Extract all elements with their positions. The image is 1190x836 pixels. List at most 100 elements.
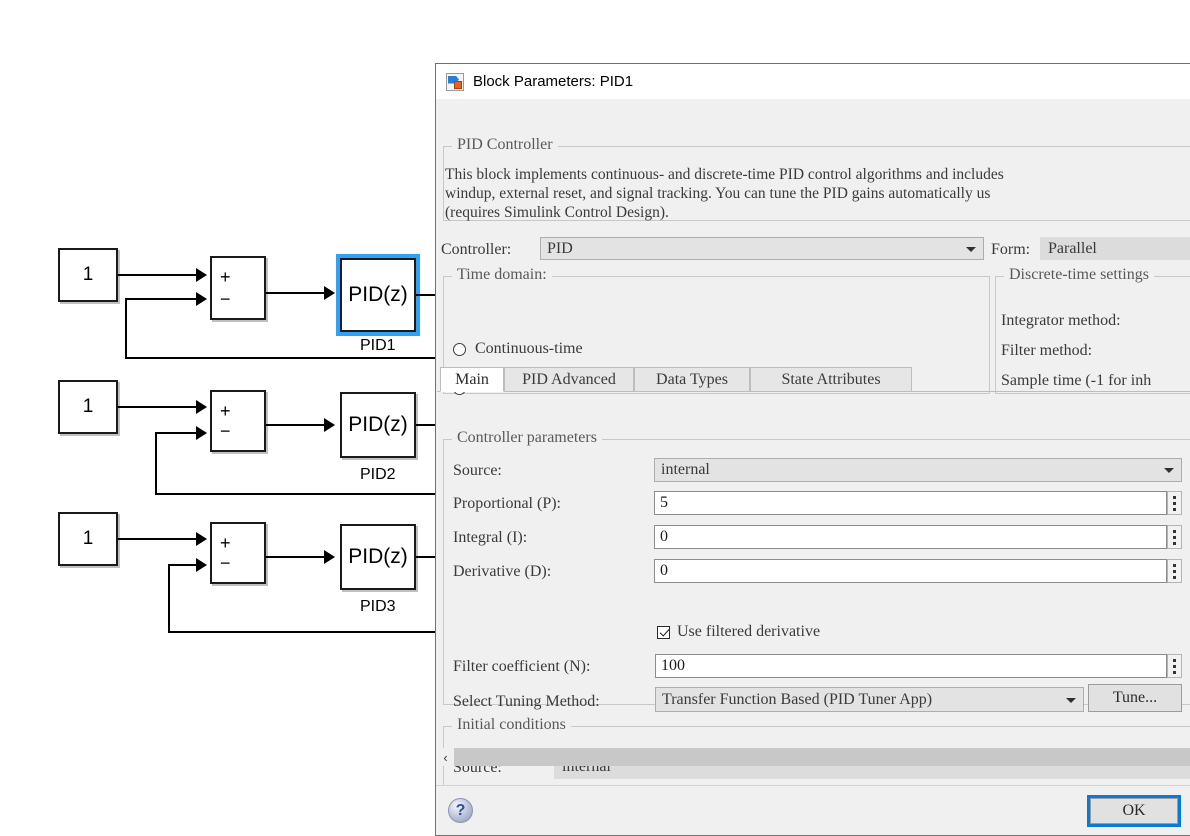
filter-coefficient-value: 100 <box>661 657 685 674</box>
checkbox-icon-filtered-derivative <box>657 625 670 639</box>
pid-block-1[interactable]: PID(z) <box>336 254 420 336</box>
controller-label: Controller: <box>441 241 512 258</box>
cp-source-value: internal <box>661 461 710 478</box>
description-line-3: (requires Simulink Control Design). <box>445 204 669 221</box>
derivative-spinner[interactable] <box>1167 559 1182 583</box>
tune-button-label: Tune... <box>1112 689 1158 706</box>
controller-parameters-legend: Controller parameters <box>452 429 602 447</box>
tuning-method-select[interactable]: Transfer Function Based (PID Tuner App) <box>655 687 1084 712</box>
arrow-pid-input-2 <box>324 418 335 432</box>
wire-feedback-back-1 <box>125 357 438 359</box>
tab-strip: Main PID Advanced Data Types State Attri… <box>437 367 1190 392</box>
tuning-method-label: Select Tuning Method: <box>453 693 600 710</box>
tab-pid-advanced-label: PID Advanced <box>522 370 616 388</box>
sum-block-1[interactable]: + − <box>210 256 266 320</box>
pid-controller-legend: PID Controller <box>452 136 558 154</box>
wire-feedback-up-2 <box>155 432 157 494</box>
tuning-method-value: Transfer Function Based (PID Tuner App) <box>662 690 933 708</box>
filter-coefficient-spinner[interactable] <box>1167 654 1182 678</box>
pid-block-2[interactable]: PID(z) <box>340 392 416 458</box>
derivative-label: Derivative (D): <box>453 563 552 580</box>
ok-button[interactable]: OK <box>1087 795 1181 827</box>
simulink-block-icon <box>446 72 464 91</box>
tab-state-attributes-label: State Attributes <box>781 370 881 388</box>
horizontal-scrollbar[interactable]: ‹ <box>437 748 1190 766</box>
tab-data-types[interactable]: Data Types <box>634 367 750 392</box>
arrow-pid-input-1 <box>324 286 335 300</box>
constant-block-1[interactable]: 1 <box>58 248 118 302</box>
tune-button[interactable]: Tune... <box>1088 684 1182 712</box>
radio-label-continuous: Continuous-time <box>475 340 583 357</box>
proportional-value: 5 <box>660 494 668 511</box>
derivative-input[interactable]: 0 <box>654 559 1167 583</box>
arrow-sum-plus-2 <box>196 400 207 414</box>
form-label: Form: <box>991 241 1031 258</box>
sum-block-3[interactable]: + − <box>210 522 266 584</box>
wire-sum-to-pid-2 <box>266 424 328 426</box>
tab-state-attributes[interactable]: State Attributes <box>750 367 912 392</box>
block-parameters-dialog: Block Parameters: PID1 PID Controller Th… <box>435 63 1190 836</box>
pid-block-text: PID(z) <box>348 545 408 568</box>
controller-select[interactable]: PID <box>540 237 984 260</box>
constant-block-2[interactable]: 1 <box>58 380 118 434</box>
proportional-spinner[interactable] <box>1167 491 1182 515</box>
dialog-titlebar[interactable]: Block Parameters: PID1 <box>436 64 1190 99</box>
filter-coefficient-input[interactable]: 100 <box>655 654 1167 678</box>
use-filtered-derivative-label: Use filtered derivative <box>677 623 821 640</box>
arrow-sum-minus-3 <box>196 558 207 572</box>
screen: 1 + − PID(z) PID1 1 + − PID(z) PID2 1 + … <box>0 0 1190 836</box>
wire-feedback-up-3 <box>168 564 170 632</box>
arrow-pid-input-3 <box>324 550 335 564</box>
wire-const-to-sum-2 <box>118 406 200 408</box>
form-value: Parallel <box>1048 239 1097 257</box>
tab-main[interactable]: Main <box>440 367 504 392</box>
constant-block-3[interactable]: 1 <box>58 512 118 566</box>
proportional-input[interactable]: 5 <box>654 491 1167 515</box>
integral-value: 0 <box>660 528 668 545</box>
pid-block-text: PID(z) <box>348 283 408 306</box>
tab-data-types-label: Data Types <box>656 370 728 388</box>
integral-spinner[interactable] <box>1167 525 1182 549</box>
cp-source-select[interactable]: internal <box>654 458 1182 482</box>
constant-value: 1 <box>82 528 94 549</box>
scroll-left-arrow-icon[interactable]: ‹ <box>437 748 454 766</box>
controller-select-value: PID <box>547 239 573 257</box>
cp-source-label: Source: <box>453 462 502 479</box>
dialog-footer: ? OK <box>436 785 1190 835</box>
time-domain-legend: Time domain: <box>452 266 552 284</box>
form-value-field: Parallel <box>1040 237 1190 260</box>
radio-icon-continuous <box>453 342 466 356</box>
chevron-down-icon <box>966 246 976 252</box>
wire-feedback-into-sum-2 <box>155 432 200 434</box>
integral-input[interactable]: 0 <box>654 525 1167 549</box>
description-line-2: windup, external reset, and signal track… <box>445 185 991 202</box>
integrator-method-label: Integrator method: <box>1001 312 1121 329</box>
wire-feedback-back-3 <box>168 631 438 633</box>
pid-block-text: PID(z) <box>348 413 408 436</box>
wire-const-to-sum-1 <box>118 274 200 276</box>
chevron-down-icon <box>1066 697 1076 703</box>
proportional-label: Proportional (P): <box>453 495 561 512</box>
sum-minus-sign: − <box>220 289 231 309</box>
discrete-settings-legend: Discrete-time settings <box>1004 266 1154 284</box>
wire-feedback-into-sum-1 <box>125 298 200 300</box>
use-filtered-derivative-checkbox[interactable]: Use filtered derivative <box>657 623 820 641</box>
wire-sum-to-pid-1 <box>266 292 328 294</box>
help-icon[interactable]: ? <box>448 798 473 823</box>
dialog-title: Block Parameters: PID1 <box>473 73 634 90</box>
wire-const-to-sum-3 <box>118 538 200 540</box>
integral-label: Integral (I): <box>453 529 528 546</box>
help-icon-glyph: ? <box>455 801 466 819</box>
derivative-value: 0 <box>660 562 668 579</box>
sum-minus-sign: − <box>220 421 231 441</box>
pid-block-label-1: PID1 <box>360 337 396 354</box>
sum-block-2[interactable]: + − <box>210 390 266 452</box>
tab-pid-advanced[interactable]: PID Advanced <box>504 367 634 392</box>
dialog-body: PID Controller This block implements con… <box>436 99 1190 835</box>
radio-continuous-time[interactable]: Continuous-time <box>453 340 583 358</box>
sum-plus-sign: + <box>220 401 231 421</box>
filter-coefficient-label: Filter coefficient (N): <box>453 658 591 675</box>
pid-block-3[interactable]: PID(z) <box>340 524 416 590</box>
wire-feedback-back-2 <box>155 493 438 495</box>
pid-block-label-3: PID3 <box>360 598 396 615</box>
